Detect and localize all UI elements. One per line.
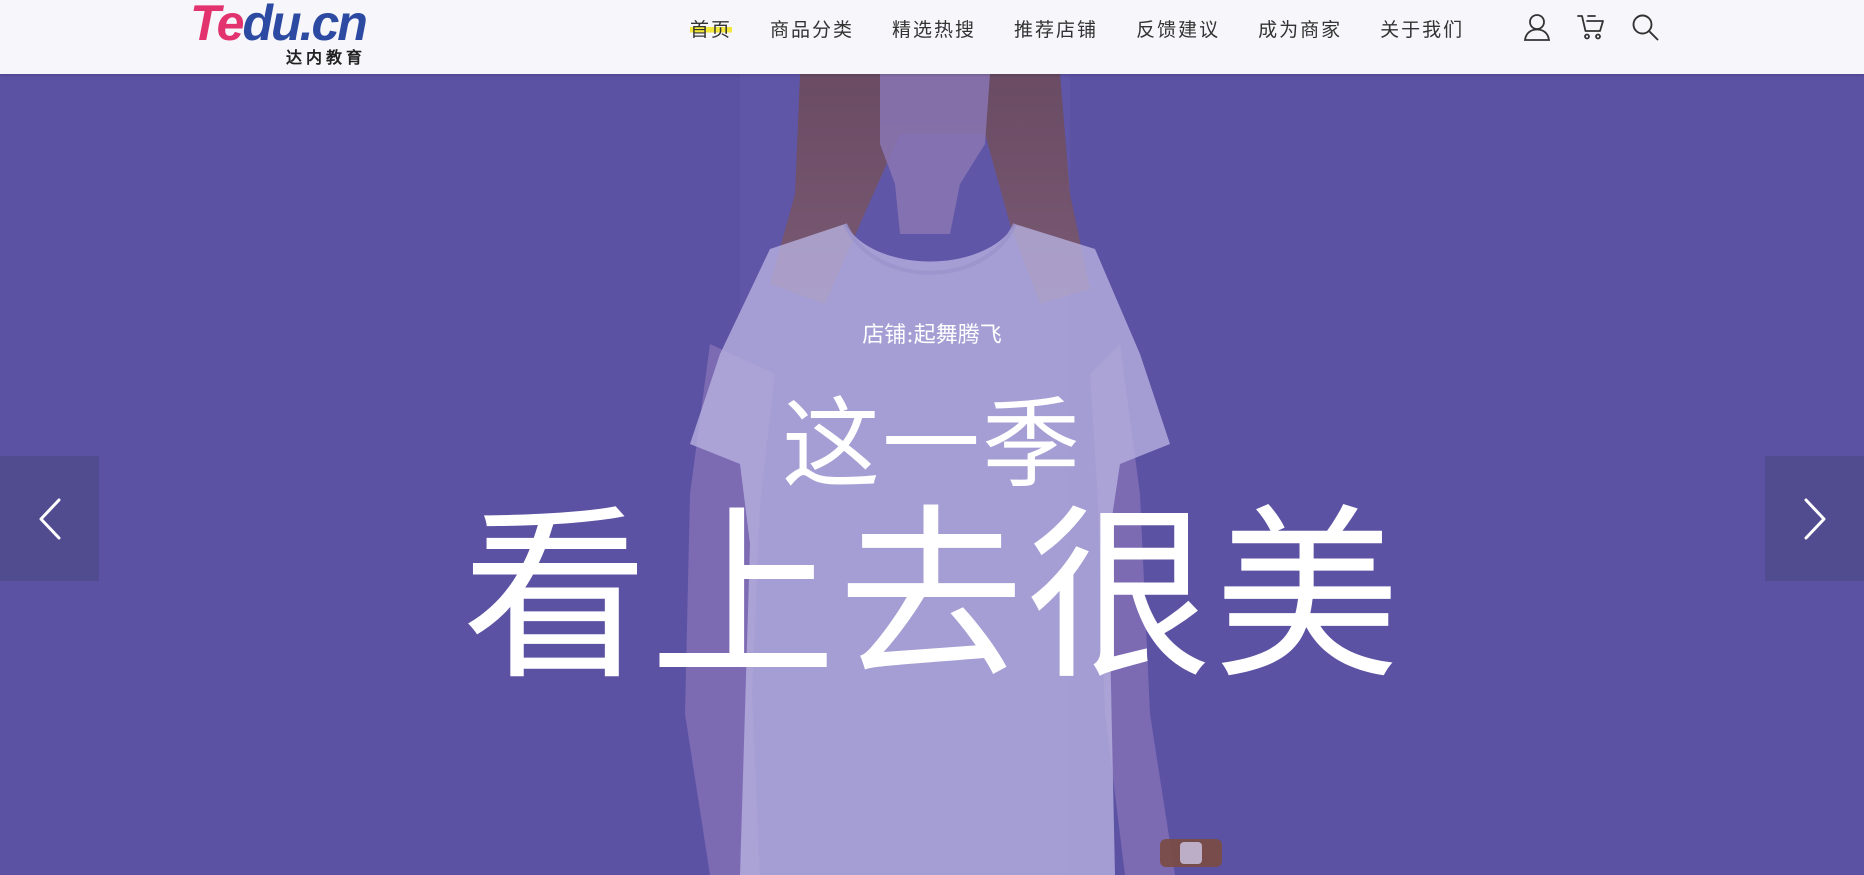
logo-subtitle: 达内教育 — [286, 48, 367, 67]
headline-large: 看上去很美 — [461, 488, 1402, 705]
carousel-prev-button[interactable] — [0, 456, 99, 581]
search-icon[interactable] — [1630, 12, 1660, 42]
page: Tedu.cn 达内教育 首页 商品分类 精选热搜 推荐店铺 反馈建议 成为商家… — [0, 0, 1864, 875]
headline-small: 这一季 — [781, 388, 1082, 502]
logo-wordmark-part1: Te — [190, 0, 244, 51]
nav-item-become-merchant[interactable]: 成为商家 — [1258, 15, 1342, 42]
user-icon[interactable] — [1522, 12, 1552, 42]
nav-item-hot-search[interactable]: 精选热搜 — [892, 15, 976, 42]
shop-label: 店铺:起舞腾飞 — [862, 323, 1002, 348]
site-header: Tedu.cn 达内教育 首页 商品分类 精选热搜 推荐店铺 反馈建议 成为商家… — [0, 0, 1864, 74]
main-nav: 首页 商品分类 精选热搜 推荐店铺 反馈建议 成为商家 关于我们 — [690, 0, 1502, 56]
carousel-next-button[interactable] — [1765, 456, 1864, 581]
header-icons — [1522, 12, 1684, 42]
nav-item-categories[interactable]: 商品分类 — [770, 15, 854, 42]
logo[interactable]: Tedu.cn 达内教育 — [190, 0, 390, 67]
nav-item-home[interactable]: 首页 — [690, 14, 733, 42]
chevron-left-icon — [39, 498, 60, 539]
nav-item-about-us[interactable]: 关于我们 — [1380, 15, 1464, 42]
logo-wordmark: Tedu.cn — [190, 0, 368, 51]
nav-item-feedback[interactable]: 反馈建议 — [1136, 15, 1220, 42]
chevron-right-icon — [1804, 498, 1825, 539]
nav-item-recommended-shops[interactable]: 推荐店铺 — [1014, 15, 1098, 42]
hero-banner: 店铺:起舞腾飞 这一季 看上去很美 — [0, 74, 1864, 875]
cart-icon[interactable] — [1576, 12, 1606, 42]
